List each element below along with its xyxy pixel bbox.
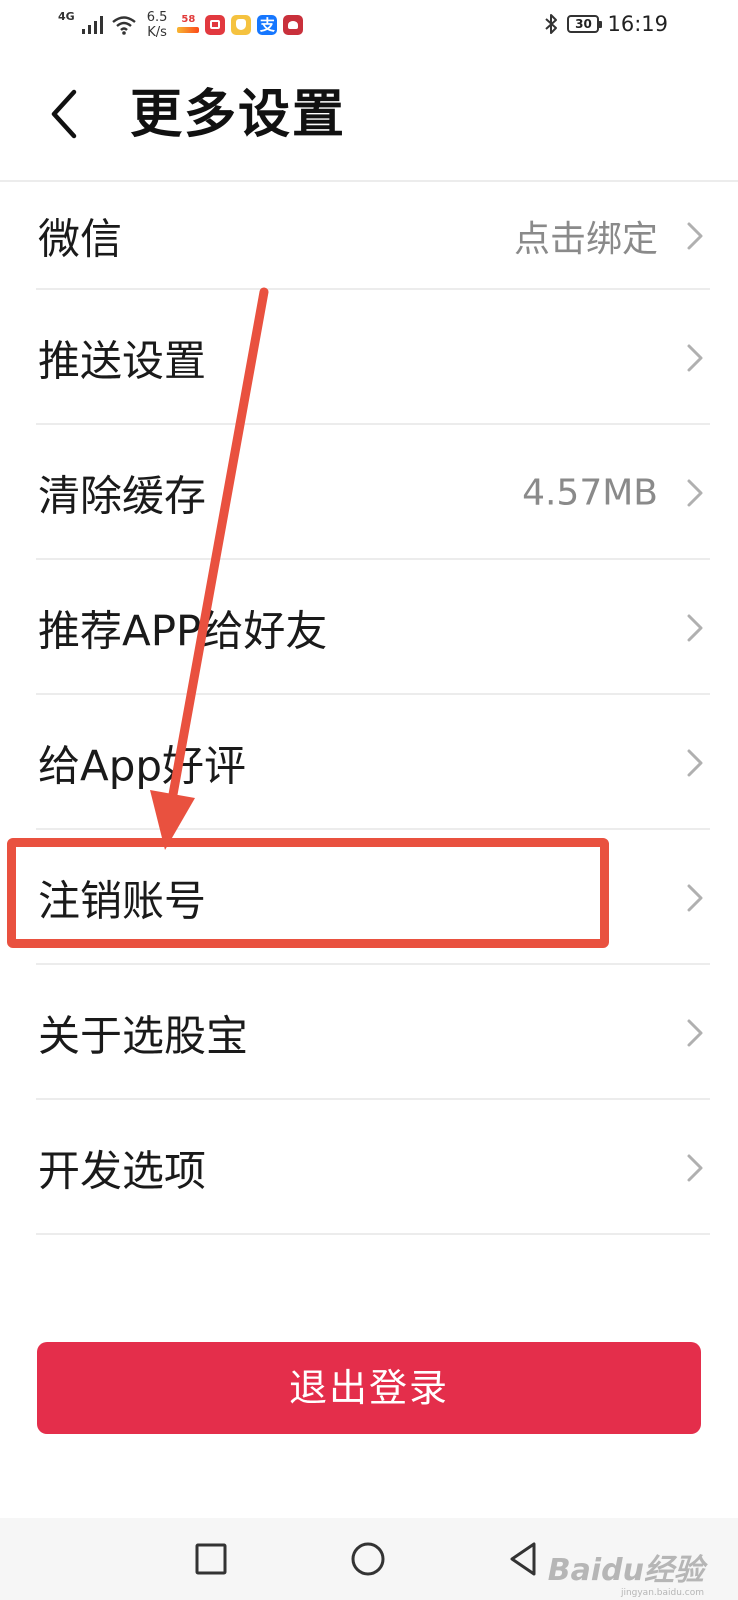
divider: [36, 1233, 710, 1235]
network-speed: 6.5 K/s: [147, 10, 168, 40]
app-58-icon: 58: [177, 14, 200, 36]
settings-row-clear-cache[interactable]: 清除缓存 4.57MB: [0, 425, 738, 560]
app-maroon-icon: [283, 15, 304, 35]
wifi-icon: [111, 16, 136, 35]
alipay-icon: 支: [257, 15, 278, 35]
row-value: 点击绑定: [513, 219, 658, 260]
home-icon[interactable]: [345, 1536, 391, 1582]
baidu-watermark: Baidu经验 jingyan.baidu.com: [547, 1553, 704, 1599]
bluetooth-icon: [545, 14, 558, 34]
settings-row-push[interactable]: 推送设置: [0, 290, 738, 425]
recent-apps-icon[interactable]: [188, 1536, 234, 1582]
chevron-right-icon: [687, 222, 703, 250]
settings-row-delete-account[interactable]: 注销账号: [0, 830, 738, 965]
settings-row-developer-options[interactable]: 开发选项: [0, 1100, 738, 1235]
row-label: 关于选股宝: [38, 1011, 249, 1060]
chevron-right-icon: [687, 479, 703, 506]
row-value: 4.57MB: [522, 472, 658, 513]
row-label: 注销账号: [38, 876, 207, 925]
header: 更多设置: [0, 56, 738, 182]
logout-button[interactable]: 退出登录: [37, 1342, 701, 1434]
chevron-right-icon: [687, 1019, 703, 1046]
settings-row-recommend-app[interactable]: 推荐APP给好友: [0, 560, 738, 695]
app-red-icon: [205, 15, 226, 35]
row-label: 推荐APP给好友: [38, 606, 328, 655]
network-speed-value: 6.5: [146, 10, 168, 25]
status-bar-right: 30 16:19: [543, 12, 668, 36]
row-label: 推送设置: [38, 336, 207, 385]
signal-icon: [81, 16, 103, 34]
chevron-right-icon: [687, 884, 703, 911]
page-title: 更多设置: [130, 85, 347, 145]
settings-row-rate-app[interactable]: 给App好评: [0, 695, 738, 830]
back-icon[interactable]: [502, 1536, 548, 1582]
chevron-left-icon: [51, 89, 77, 139]
chevron-right-icon: [687, 344, 703, 371]
settings-row-wechat[interactable]: 微信 点击绑定: [0, 182, 738, 290]
network-speed-unit: K/s: [147, 25, 167, 40]
battery-level: 30: [575, 17, 592, 31]
status-bar-left: 4G 6.5 K/s 58 支: [58, 9, 304, 40]
clock: 16:19: [607, 12, 668, 36]
chevron-right-icon: [687, 614, 703, 641]
row-label: 开发选项: [38, 1146, 207, 1195]
nav-bar: Baidu经验 jingyan.baidu.com: [0, 1518, 738, 1600]
chevron-right-icon: [687, 1154, 703, 1181]
watermark-brand: Baidu经验: [547, 1553, 704, 1588]
back-button[interactable]: [36, 82, 96, 146]
screen: 4G 6.5 K/s 58 支 30 16:19 更多设置 微信 点击绑定 推送…: [0, 0, 738, 1600]
chevron-right-icon: [687, 749, 703, 776]
row-label: 微信: [38, 214, 123, 264]
watermark-url: jingyan.baidu.com: [620, 1588, 704, 1598]
settings-row-about[interactable]: 关于选股宝: [0, 965, 738, 1100]
row-label: 清除缓存: [38, 471, 207, 520]
settings-list: 微信 点击绑定 推送设置 清除缓存 4.57MB 推荐APP给好友 给App好评: [0, 182, 738, 1235]
app-yellow-icon: [231, 15, 252, 35]
row-label: 给App好评: [38, 741, 247, 790]
network-type: 4G: [58, 9, 75, 23]
app-58-label: 58: [181, 14, 196, 25]
status-bar: 4G 6.5 K/s 58 支 30 16:19: [0, 0, 738, 56]
battery-icon: 30: [567, 15, 603, 33]
